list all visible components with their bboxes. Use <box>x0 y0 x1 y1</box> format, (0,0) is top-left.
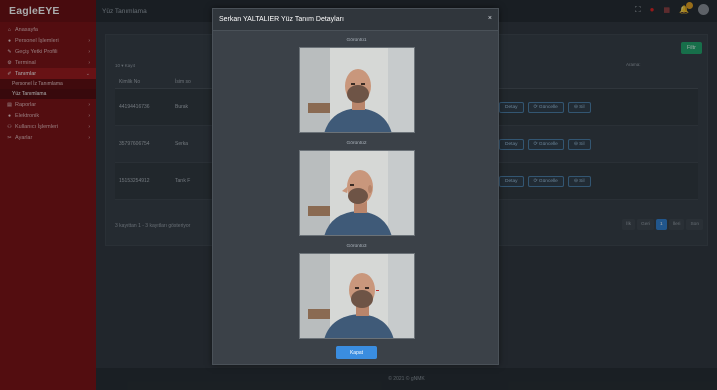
face-image-label: Görüntü1 <box>346 38 367 43</box>
face-photo-angled <box>299 254 414 338</box>
face-photo-frontal <box>299 48 414 132</box>
face-image-block: Görüntü3 <box>213 244 500 339</box>
face-image-2 <box>298 150 415 236</box>
face-image-block: Görüntü2 <box>213 141 500 236</box>
face-detail-modal: Serkan YALTALIER Yüz Tanım Detayları × G… <box>212 8 499 365</box>
modal-header: Serkan YALTALIER Yüz Tanım Detayları <box>213 9 498 31</box>
face-image-1 <box>298 47 415 133</box>
face-image-block: Görüntü1 <box>213 38 500 133</box>
close-icon[interactable]: × <box>488 15 492 22</box>
face-image-3 <box>298 253 415 339</box>
face-photo-profile <box>299 151 414 235</box>
close-modal-button[interactable]: Kapat <box>336 346 377 359</box>
face-image-label: Görüntü2 <box>346 141 367 146</box>
face-image-label: Görüntü3 <box>346 244 367 249</box>
modal-title: Serkan YALTALIER Yüz Tanım Detayları <box>219 16 344 23</box>
